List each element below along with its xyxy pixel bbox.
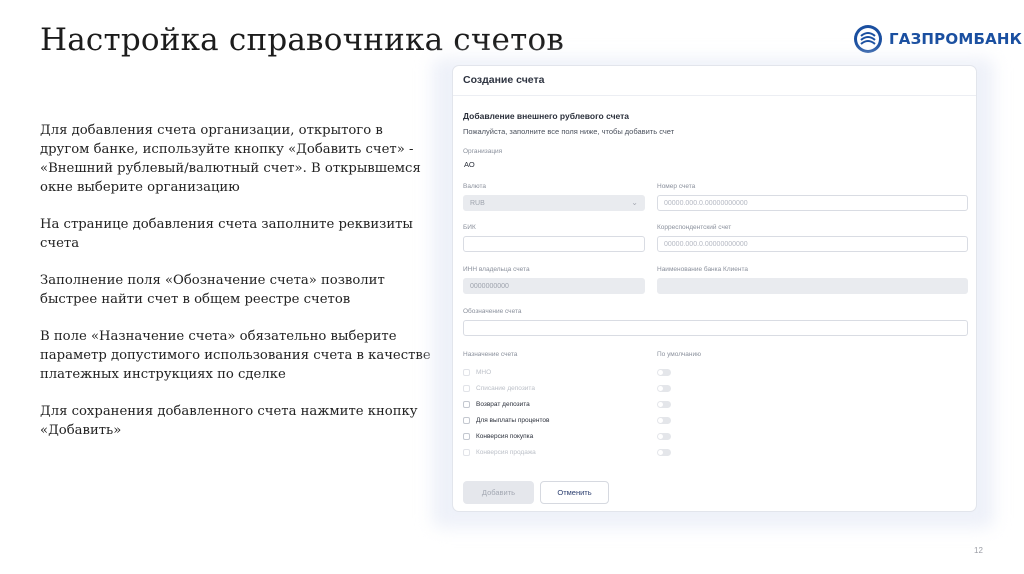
default-label: По умолчанию [657, 351, 701, 358]
bank-logo: ГАЗПРОМБАНК [853, 24, 1022, 54]
purpose-item-label: МНО [476, 368, 492, 376]
instruction-paragraph: Заполнение поля «Обозначение счета» позв… [40, 273, 385, 307]
bank-name-label: Наименование банка Клиента [657, 266, 748, 273]
instruction-paragraph: Для сохранения добавленного счета нажмит… [40, 404, 418, 438]
purpose-item-deposit-return[interactable]: Возврат депозита [463, 398, 683, 410]
account-number-label: Номер счета [657, 183, 696, 190]
default-toggle-row [657, 430, 671, 442]
organization-label: Организация [463, 148, 503, 155]
page-number: 12 [974, 546, 983, 555]
logo-text: ГАЗПРОМБАНК [889, 30, 1023, 48]
default-toggle-row [657, 446, 671, 458]
purpose-item-label: Возврат депозита [476, 400, 530, 408]
default-toggle[interactable] [657, 400, 671, 408]
organization-value[interactable]: АО [464, 160, 475, 169]
purpose-item-interest[interactable]: Для выплаты процентов [463, 414, 683, 426]
default-toggle[interactable] [657, 368, 671, 376]
currency-select[interactable]: RUB ⌄ [463, 195, 645, 211]
bik-label: БИК [463, 224, 476, 231]
panel-header: Создание счета [453, 66, 976, 96]
currency-value: RUB [470, 200, 485, 207]
checkbox[interactable] [463, 384, 470, 392]
checkbox[interactable] [463, 368, 470, 376]
purpose-checkbox-list: МНО Списание депозита Возврат депозита Д… [463, 366, 683, 458]
form-subtitle: Пожалуйста, заполните все поля ниже, что… [463, 127, 675, 136]
corr-account-label: Корреспондентский счет [657, 224, 732, 231]
checkbox[interactable] [463, 448, 470, 456]
purpose-item-deposit-writeoff[interactable]: Списание депозита [463, 382, 683, 394]
default-toggle-row [657, 366, 671, 378]
purpose-item-label: Списание депозита [476, 384, 535, 392]
instructions-text: Для добавления счета организации, открыт… [40, 121, 435, 458]
instruction-paragraph: В поле «Назначение счета» обязательно вы… [40, 329, 431, 382]
currency-label: Валюта [463, 183, 486, 190]
section-title: Добавление внешнего рублевого счета [463, 111, 630, 121]
bik-input[interactable] [463, 236, 645, 252]
checkbox[interactable] [463, 400, 470, 408]
default-toggle[interactable] [657, 416, 671, 424]
checkbox[interactable] [463, 432, 470, 440]
bank-name-input[interactable] [657, 278, 968, 294]
account-number-input[interactable]: 00000.000.0.00000000000 [657, 195, 968, 211]
purpose-item-mno[interactable]: МНО [463, 366, 683, 378]
purpose-item-label: Конверсия продажа [476, 448, 536, 456]
gazprombank-logo-icon [854, 25, 882, 53]
default-toggle[interactable] [657, 432, 671, 440]
chevron-down-icon: ⌄ [631, 198, 638, 207]
default-toggle-row [657, 414, 671, 426]
create-account-panel: Создание счета Добавление внешнего рубле… [452, 65, 977, 512]
cancel-button[interactable]: Отменить [540, 481, 609, 504]
instruction-paragraph: На странице добавления счета заполните р… [40, 217, 413, 251]
purpose-item-label: Для выплаты процентов [476, 416, 550, 424]
designation-input[interactable] [463, 320, 968, 336]
instruction-paragraph: Для добавления счета организации, открыт… [40, 123, 421, 195]
checkbox[interactable] [463, 416, 470, 424]
purpose-item-conversion-sell[interactable]: Конверсия продажа [463, 446, 683, 458]
owner-inn-input[interactable]: 0000000000 [463, 278, 645, 294]
add-button[interactable]: Добавить [463, 481, 534, 504]
slide-title: Настройка справочника счетов [40, 22, 564, 58]
default-toggle-row [657, 382, 671, 394]
default-toggle-row [657, 398, 671, 410]
purpose-item-label: Конверсия покупка [476, 432, 534, 440]
default-toggle[interactable] [657, 384, 671, 392]
default-toggle-list [657, 366, 671, 458]
corr-account-input[interactable]: 00000.000.0.00000000000 [657, 236, 968, 252]
default-toggle[interactable] [657, 448, 671, 456]
designation-label: Обозначение счета [463, 308, 522, 315]
owner-inn-label: ИНН владельца счета [463, 266, 530, 273]
purpose-item-conversion-buy[interactable]: Конверсия покупка [463, 430, 683, 442]
purpose-label: Назначение счета [463, 351, 518, 358]
